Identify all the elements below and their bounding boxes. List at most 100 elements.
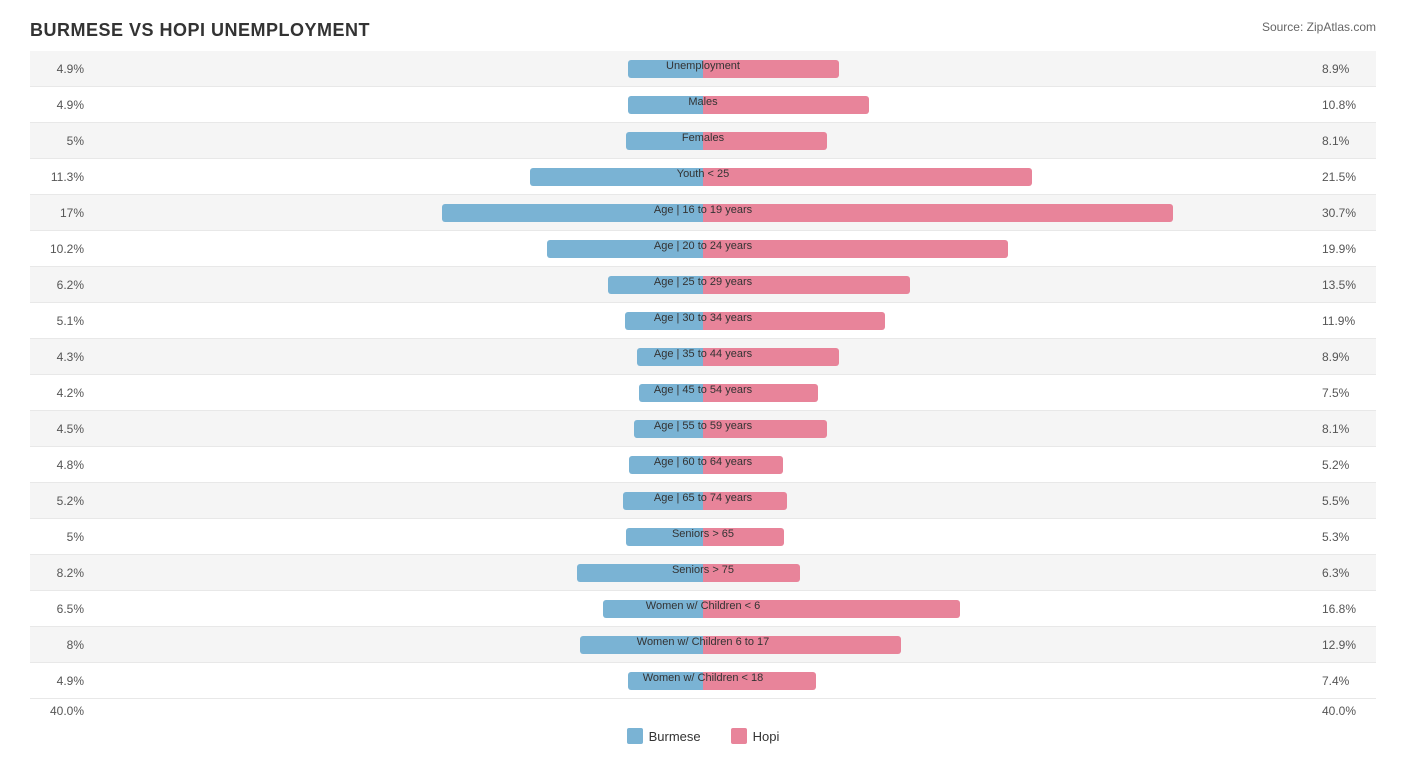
right-value: 7.4% xyxy=(1316,674,1376,688)
chart-row: 5% Females 8.1% xyxy=(30,123,1376,159)
left-value: 10.2% xyxy=(30,242,90,256)
x-axis: 40.0% 40.0% xyxy=(30,704,1376,718)
left-value: 4.9% xyxy=(30,62,90,76)
right-half xyxy=(703,202,1316,224)
x-axis-right: 40.0% xyxy=(1316,704,1376,718)
bar-hopi xyxy=(703,456,783,474)
bars-wrapper: Women w/ Children 6 to 17 xyxy=(90,627,1316,662)
left-half xyxy=(90,382,703,404)
left-half xyxy=(90,274,703,296)
left-half xyxy=(90,634,703,656)
bar-burmese xyxy=(629,456,703,474)
bars-wrapper: Age | 65 to 74 years xyxy=(90,483,1316,518)
left-value: 5% xyxy=(30,530,90,544)
bars-wrapper: Age | 20 to 24 years xyxy=(90,231,1316,266)
legend-burmese: Burmese xyxy=(627,728,701,744)
bars-wrapper: Age | 30 to 34 years xyxy=(90,303,1316,338)
bar-row-container: Males xyxy=(90,94,1316,116)
left-half xyxy=(90,58,703,80)
left-half xyxy=(90,130,703,152)
bar-burmese xyxy=(626,528,703,546)
chart-row: 10.2% Age | 20 to 24 years 19.9% xyxy=(30,231,1376,267)
bars-wrapper: Males xyxy=(90,87,1316,122)
left-half xyxy=(90,670,703,692)
right-half xyxy=(703,598,1316,620)
bar-hopi xyxy=(703,204,1173,222)
right-half xyxy=(703,346,1316,368)
bar-burmese xyxy=(639,384,703,402)
bar-burmese xyxy=(628,672,703,690)
left-value: 4.8% xyxy=(30,458,90,472)
right-value: 5.3% xyxy=(1316,530,1376,544)
chart-row: 5.1% Age | 30 to 34 years 11.9% xyxy=(30,303,1376,339)
bar-hopi xyxy=(703,636,901,654)
chart-row: 6.2% Age | 25 to 29 years 13.5% xyxy=(30,267,1376,303)
right-half xyxy=(703,418,1316,440)
bar-hopi xyxy=(703,96,869,114)
bar-row-container: Women w/ Children < 18 xyxy=(90,670,1316,692)
bars-wrapper: Females xyxy=(90,123,1316,158)
bars-wrapper: Youth < 25 xyxy=(90,159,1316,194)
left-half xyxy=(90,166,703,188)
bar-hopi xyxy=(703,528,784,546)
legend-label-hopi: Hopi xyxy=(753,729,780,744)
bar-hopi xyxy=(703,384,818,402)
bar-row-container: Unemployment xyxy=(90,58,1316,80)
bar-hopi xyxy=(703,168,1032,186)
left-value: 5.1% xyxy=(30,314,90,328)
left-half xyxy=(90,346,703,368)
bars-wrapper: Age | 16 to 19 years xyxy=(90,195,1316,230)
bar-hopi xyxy=(703,492,787,510)
left-half xyxy=(90,598,703,620)
bar-hopi xyxy=(703,240,1008,258)
bar-hopi xyxy=(703,276,910,294)
left-value: 8.2% xyxy=(30,566,90,580)
right-value: 10.8% xyxy=(1316,98,1376,112)
bar-row-container: Age | 30 to 34 years xyxy=(90,310,1316,332)
right-value: 8.1% xyxy=(1316,422,1376,436)
legend-label-burmese: Burmese xyxy=(649,729,701,744)
bars-wrapper: Age | 60 to 64 years xyxy=(90,447,1316,482)
bar-burmese xyxy=(442,204,703,222)
bar-hopi xyxy=(703,312,885,330)
bar-hopi xyxy=(703,672,816,690)
bar-burmese xyxy=(637,348,703,366)
right-half xyxy=(703,166,1316,188)
chart-row: 5.2% Age | 65 to 74 years 5.5% xyxy=(30,483,1376,519)
left-value: 11.3% xyxy=(30,170,90,184)
right-value: 12.9% xyxy=(1316,638,1376,652)
left-value: 4.2% xyxy=(30,386,90,400)
left-value: 5% xyxy=(30,134,90,148)
bar-row-container: Women w/ Children < 6 xyxy=(90,598,1316,620)
bar-row-container: Females xyxy=(90,130,1316,152)
bar-burmese xyxy=(634,420,703,438)
chart-row: 4.9% Unemployment 8.9% xyxy=(30,51,1376,87)
right-value: 8.9% xyxy=(1316,350,1376,364)
chart-row: 4.9% Women w/ Children < 18 7.4% xyxy=(30,663,1376,699)
left-value: 4.5% xyxy=(30,422,90,436)
right-half xyxy=(703,454,1316,476)
bars-wrapper: Age | 55 to 59 years xyxy=(90,411,1316,446)
bar-hopi xyxy=(703,60,839,78)
right-half xyxy=(703,58,1316,80)
left-half xyxy=(90,202,703,224)
bar-row-container: Age | 60 to 64 years xyxy=(90,454,1316,476)
right-value: 13.5% xyxy=(1316,278,1376,292)
x-axis-center xyxy=(90,704,1316,718)
bar-burmese xyxy=(628,96,703,114)
right-half xyxy=(703,562,1316,584)
bar-row-container: Age | 16 to 19 years xyxy=(90,202,1316,224)
bar-row-container: Youth < 25 xyxy=(90,166,1316,188)
bar-hopi xyxy=(703,564,800,582)
bar-row-container: Age | 55 to 59 years xyxy=(90,418,1316,440)
chart-row: 8.2% Seniors > 75 6.3% xyxy=(30,555,1376,591)
bars-wrapper: Unemployment xyxy=(90,51,1316,86)
chart-row: 11.3% Youth < 25 21.5% xyxy=(30,159,1376,195)
bars-wrapper: Age | 45 to 54 years xyxy=(90,375,1316,410)
bar-hopi xyxy=(703,420,827,438)
left-half xyxy=(90,310,703,332)
bars-wrapper: Seniors > 75 xyxy=(90,555,1316,590)
legend-color-burmese xyxy=(627,728,643,744)
chart-title: BURMESE VS HOPI UNEMPLOYMENT xyxy=(30,20,370,41)
chart-source: Source: ZipAtlas.com xyxy=(1262,20,1376,34)
